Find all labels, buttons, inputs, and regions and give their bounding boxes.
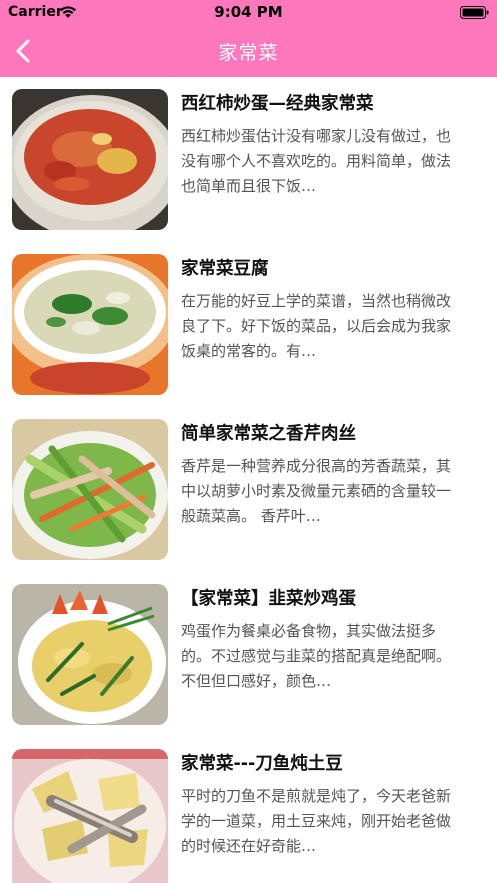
recipe-title: 家常菜---刀鱼炖土豆 [181,754,343,774]
recipe-thumbnail [12,89,168,230]
recipe-thumbnail [12,419,168,560]
page-title: 家常菜 [218,42,279,64]
recipe-title: 家常菜豆腐 [181,259,269,279]
recipe-list[interactable]: 西红柿炒蛋—经典家常菜 西红柿炒蛋估计没有哪家儿没有做过，也没有哪个人不喜欢吃的… [0,77,497,883]
recipe-title: 【家常菜】韭菜炒鸡蛋 [181,589,356,609]
recipe-description: 在万能的好豆上学的菜谱，当然也稍微改良了下。好下饭的菜品，以后会成为我家饭桌的常… [181,292,452,360]
recipe-description: 西红柿炒蛋估计没有哪家儿没有做过，也没有哪个人不喜欢吃的。用料简单，做法也简单而… [181,127,452,195]
recipe-thumbnail [12,749,168,883]
list-item[interactable]: 家常菜---刀鱼炖土豆 平时的刀鱼不是煎就是炖了，今天老爸新学的一道菜，用土豆来… [0,737,497,883]
recipe-thumbnail [12,584,168,725]
list-item[interactable]: 简单家常菜之香芹肉丝 香芹是一种营养成分很高的芳香蔬菜，其中以胡萝小时素及微量元… [0,407,497,572]
header: Carrier 9:04 PM 家常菜 [0,0,497,77]
status-time: 9:04 PM [214,3,283,21]
list-item[interactable]: 【家常菜】韭菜炒鸡蛋 鸡蛋作为餐桌必备食物，其实做法挺多的。不过感觉与韭菜的搭配… [0,572,497,737]
status-bar: Carrier 9:04 PM [0,0,497,26]
recipe-description: 鸡蛋作为餐桌必备食物，其实做法挺多的。不过感觉与韭菜的搭配真是绝配啊。不但但口感… [181,622,452,690]
recipe-thumbnail [12,254,168,395]
list-item[interactable]: 家常菜豆腐 在万能的好豆上学的菜谱，当然也稍微改良了下。好下饭的菜品，以后会成为… [0,242,497,407]
list-item[interactable]: 西红柿炒蛋—经典家常菜 西红柿炒蛋估计没有哪家儿没有做过，也没有哪个人不喜欢吃的… [0,77,497,242]
recipe-description: 香芹是一种营养成分很高的芳香蔬菜，其中以胡萝小时素及微量元素硒的含量较一般蔬菜高… [181,457,452,525]
recipe-title: 简单家常菜之香芹肉丝 [181,424,356,444]
nav-bar: 家常菜 [0,26,497,77]
recipe-title: 西红柿炒蛋—经典家常菜 [181,94,374,114]
recipe-description: 平时的刀鱼不是煎就是炖了，今天老爸新学的一道菜，用土豆来炖，刚开始老爸做的时候还… [181,787,452,855]
battery-icon [460,6,489,19]
